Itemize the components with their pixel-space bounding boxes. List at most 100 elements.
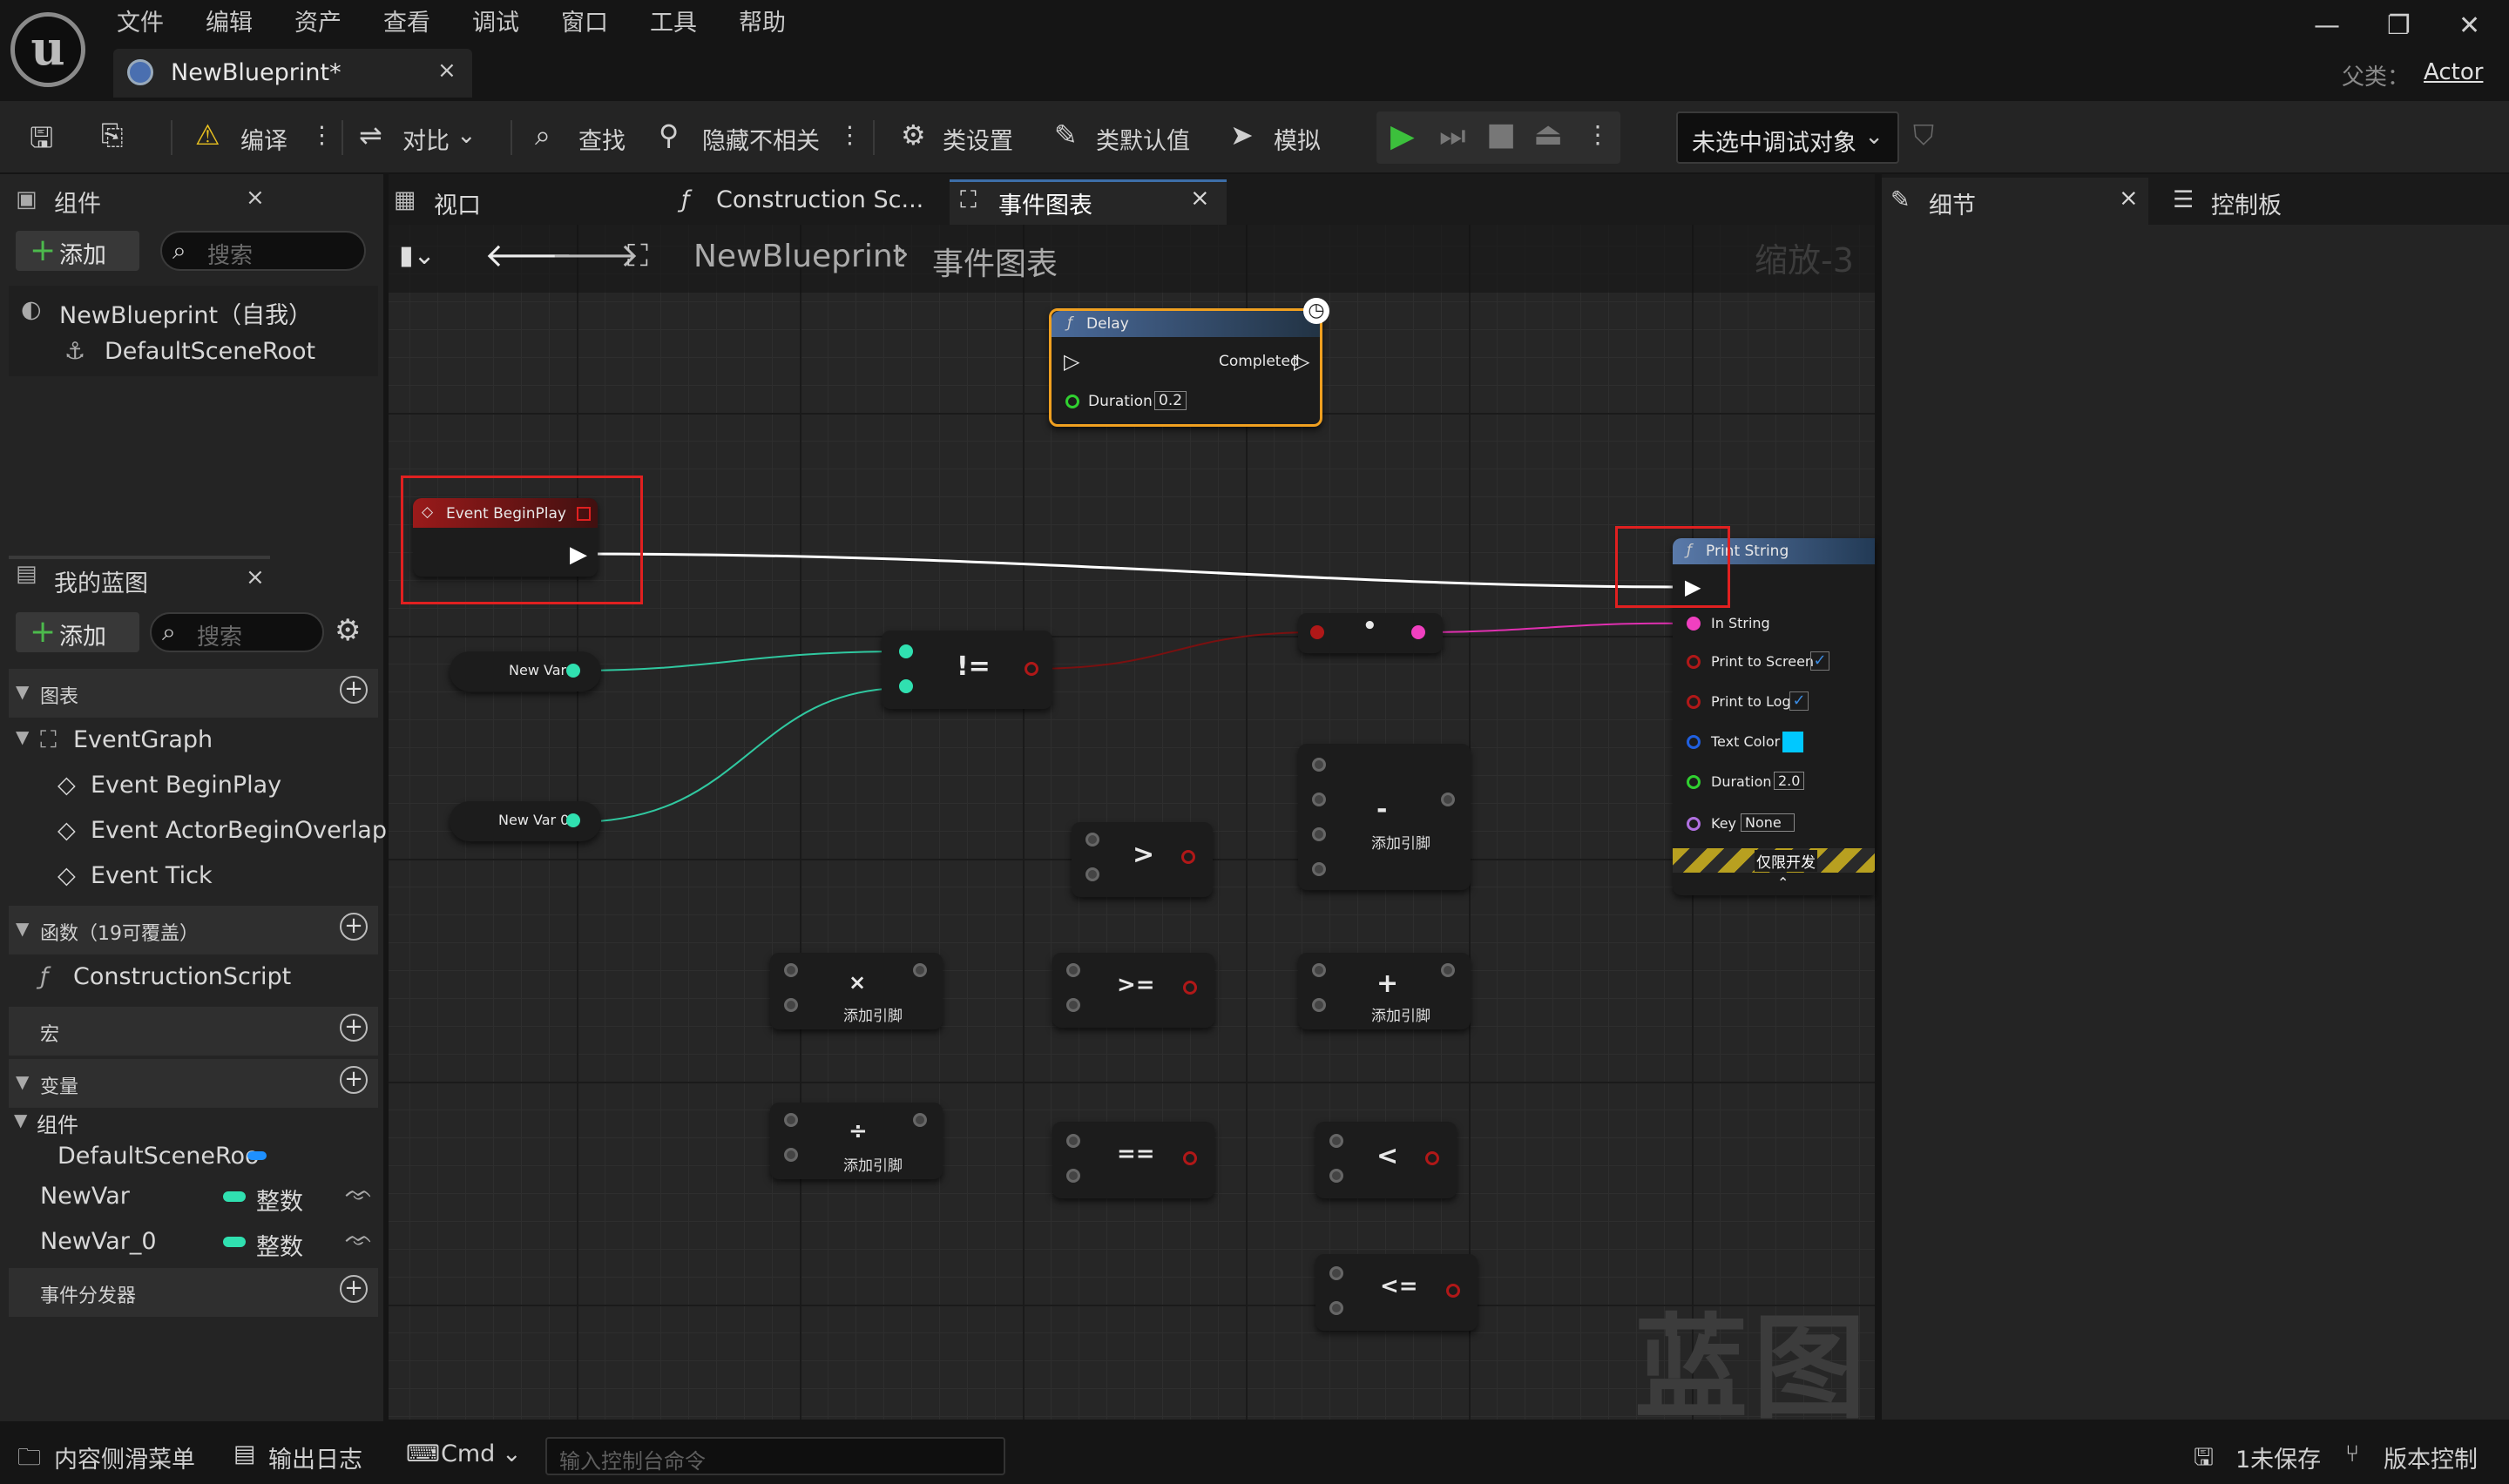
not-equal-node[interactable]: != [882, 631, 1052, 709]
wildcard-in-pin[interactable] [1085, 833, 1099, 847]
int-out-pin[interactable] [566, 813, 580, 827]
wildcard-in-pin[interactable] [784, 1148, 798, 1162]
bool-out-pin[interactable] [1183, 1151, 1197, 1165]
bool-out-pin[interactable] [1446, 1284, 1460, 1298]
wildcard-out-pin[interactable] [1441, 963, 1455, 977]
bool-in-pin[interactable] [1310, 625, 1324, 639]
print-to-screen-checkbox[interactable]: ✓ [1810, 651, 1829, 671]
wildcard-out-pin[interactable] [913, 1113, 927, 1127]
wildcard-in-pin[interactable] [1329, 1169, 1343, 1183]
add-pin-label[interactable]: 添加引脚 [843, 1003, 903, 1025]
multiply-node[interactable]: × 添加引脚 [770, 953, 943, 1029]
bool-out-pin[interactable] [1425, 1151, 1439, 1165]
print-to-log-checkbox[interactable]: ✓ [1789, 691, 1809, 711]
exec-out-pin[interactable]: ▷ [1294, 349, 1309, 374]
wildcard-in-pin[interactable] [784, 963, 798, 977]
wildcard-in-pin[interactable] [1312, 827, 1326, 841]
equal-node[interactable]: == [1052, 1122, 1214, 1198]
less-operator: < [1376, 1141, 1399, 1171]
divide-operator: ÷ [849, 1118, 868, 1144]
subtract-operator: - [1376, 794, 1388, 825]
get-newvar0-node[interactable]: New Var 0 [450, 801, 601, 841]
collapse-chevron-icon[interactable]: ⌃ [1777, 874, 1789, 891]
greater-equal-operator: >= [1117, 972, 1155, 998]
append-node[interactable]: • [1298, 613, 1443, 653]
print-to-log-label: Print to Log [1711, 693, 1791, 710]
add-pin-label[interactable]: 添加引脚 [1371, 1003, 1430, 1025]
wildcard-in-pin[interactable] [1312, 963, 1326, 977]
cmd-dropdown[interactable]: Cmd [441, 1440, 495, 1467]
source-control-button[interactable]: 版本控制 [2384, 1440, 2478, 1474]
wildcard-in-pin[interactable] [1312, 998, 1326, 1012]
wildcard-in-pin[interactable] [1312, 862, 1326, 876]
wildcard-out-pin[interactable] [1441, 793, 1455, 806]
add-node[interactable]: + 添加引脚 [1298, 953, 1471, 1029]
greater-node[interactable]: > [1072, 822, 1213, 897]
content-drawer-button[interactable]: 内容侧滑菜单 [54, 1440, 195, 1474]
greater-equal-node[interactable]: >= [1052, 953, 1214, 1028]
int-in-pin[interactable] [899, 644, 913, 658]
wildcard-in-pin[interactable] [1312, 758, 1326, 772]
int-in-pin[interactable] [899, 679, 913, 693]
output-log-button[interactable]: 输出日志 [268, 1440, 362, 1474]
string-out-pin[interactable] [1411, 625, 1425, 639]
key-pin[interactable] [1687, 817, 1701, 831]
subtract-node[interactable]: - 添加引脚 [1298, 744, 1471, 890]
int-wire [578, 651, 907, 671]
latent-clock-icon: ◷ [1303, 298, 1329, 324]
wildcard-in-pin[interactable] [1312, 793, 1326, 806]
wildcard-in-pin[interactable] [1329, 1266, 1343, 1280]
wildcard-in-pin[interactable] [784, 1113, 798, 1127]
print-to-log-pin[interactable] [1687, 695, 1701, 709]
in-string-pin[interactable] [1687, 617, 1701, 631]
get-newvar-label: New Var [509, 662, 567, 678]
wildcard-in-pin[interactable] [784, 998, 798, 1012]
wildcard-in-pin[interactable] [1066, 963, 1080, 977]
wildcard-out-pin[interactable] [913, 963, 927, 977]
dev-only-label: 仅限开发 [1755, 850, 1817, 872]
duration-input[interactable]: 0.2 [1154, 391, 1187, 410]
tab-palette[interactable]: 控制板 [2211, 186, 2282, 220]
console-input[interactable]: 输入控制台命令 [545, 1437, 1005, 1475]
bool-out-pin[interactable] [1183, 981, 1197, 995]
key-label: Key [1711, 815, 1737, 832]
status-bar: 🗀 内容侧滑菜单 ▤ 输出日志 ⌨ Cmd ⌄ 🖫 1未保存 ⑂ 版本控制 [0, 1421, 2509, 1484]
terminal-icon: ⌨ [406, 1440, 440, 1467]
print-to-screen-pin[interactable] [1687, 655, 1701, 669]
text-color-pin[interactable] [1687, 735, 1701, 749]
get-newvar-node[interactable]: New Var [450, 651, 601, 691]
less-equal-node[interactable]: <= [1315, 1254, 1478, 1331]
int-wire [574, 687, 907, 823]
bool-out-pin[interactable] [1025, 662, 1038, 676]
key-input[interactable]: None [1741, 813, 1795, 832]
less-node[interactable]: < [1315, 1122, 1457, 1198]
exec-wire [578, 552, 1694, 589]
wildcard-in-pin[interactable] [1085, 867, 1099, 881]
close-tab-icon[interactable]: × [2119, 185, 2139, 212]
exec-in-pin[interactable]: ▷ [1064, 349, 1079, 374]
function-icon: ƒ [1067, 314, 1072, 332]
duration-pin[interactable] [1065, 395, 1079, 408]
wildcard-in-pin[interactable] [1329, 1134, 1343, 1148]
wildcard-in-pin[interactable] [1066, 1169, 1080, 1183]
content-drawer-icon: 🗀 [17, 1444, 41, 1471]
duration-label: Duration [1711, 773, 1772, 790]
int-out-pin[interactable] [566, 664, 580, 678]
wildcard-in-pin[interactable] [1066, 1134, 1080, 1148]
wildcard-in-pin[interactable] [1329, 1301, 1343, 1315]
duration-pin[interactable] [1687, 775, 1701, 789]
output-log-icon: ▤ [233, 1440, 256, 1467]
greater-operator: > [1133, 840, 1155, 870]
unsaved-count[interactable]: 1未保存 [2235, 1440, 2321, 1474]
string-wire [1419, 622, 1696, 633]
chevron-down-icon[interactable]: ⌄ [502, 1440, 522, 1467]
delay-node[interactable]: ƒ Delay ▷ Completed ▷ Duration 0.2 [1049, 308, 1322, 427]
duration-input[interactable]: 2.0 [1774, 772, 1805, 790]
text-color-swatch[interactable] [1782, 732, 1803, 752]
tab-details[interactable] [1882, 178, 2148, 225]
add-pin-label[interactable]: 添加引脚 [1371, 831, 1430, 853]
wildcard-in-pin[interactable] [1066, 998, 1080, 1012]
divide-node[interactable]: ÷ 添加引脚 [770, 1103, 943, 1179]
bool-out-pin[interactable] [1181, 850, 1195, 864]
add-pin-label[interactable]: 添加引脚 [843, 1153, 903, 1175]
